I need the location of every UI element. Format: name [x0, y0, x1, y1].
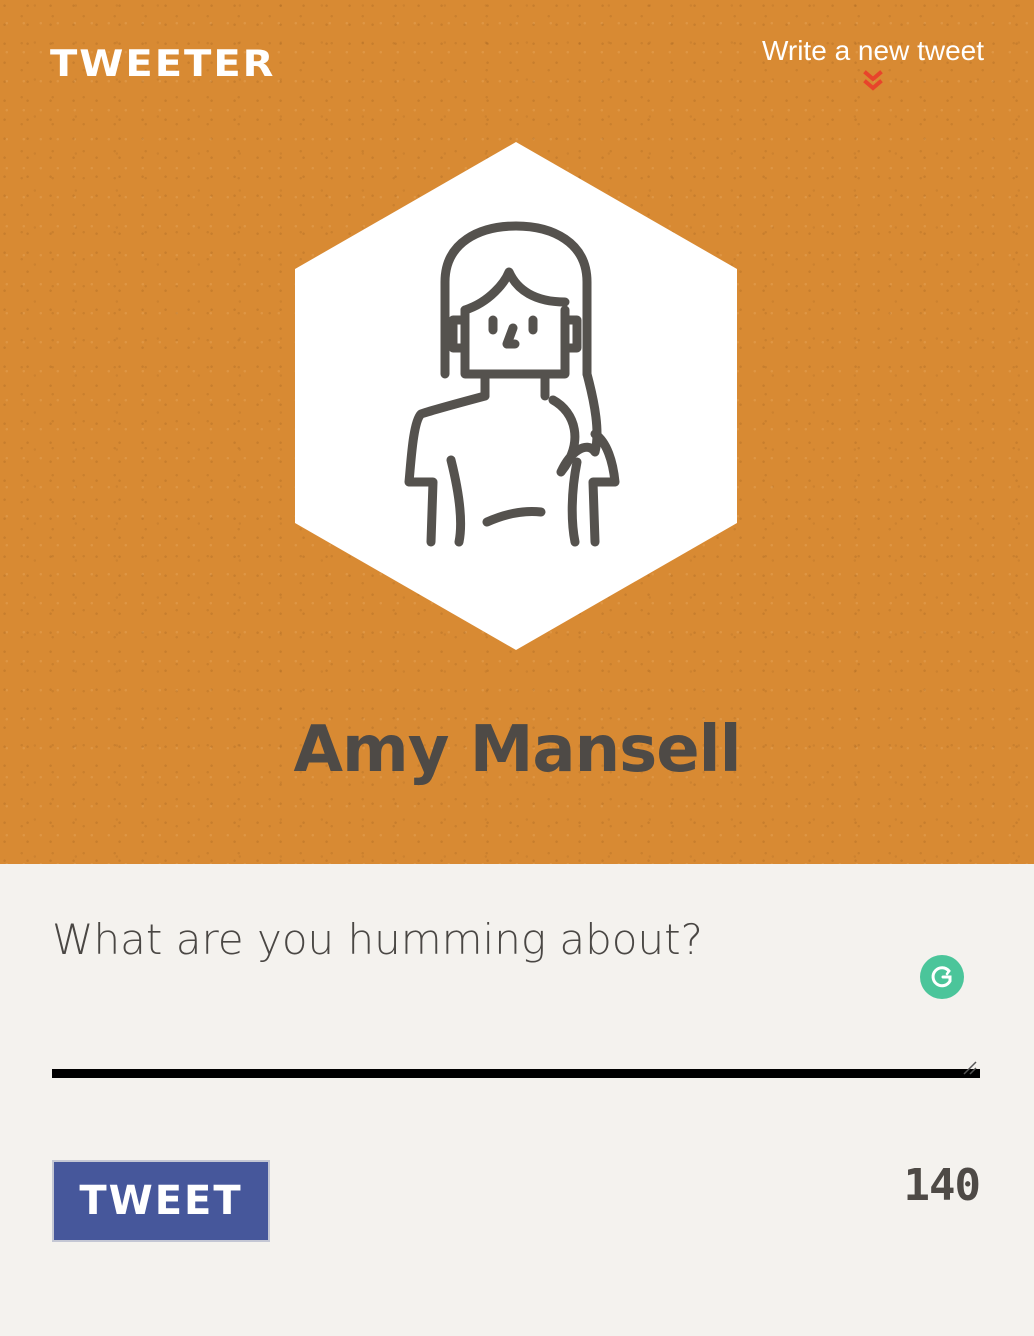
character-counter: 140 — [903, 1160, 981, 1211]
grammarly-g-icon — [931, 966, 952, 988]
avatar — [295, 142, 737, 650]
app-root: TWEETER Write a new tweet Amy Mansell Wh… — [0, 0, 1034, 1336]
write-new-tweet-link[interactable]: Write a new tweet — [762, 34, 984, 94]
double-chevron-down-icon — [863, 70, 883, 91]
profile-header-panel: TWEETER Write a new tweet Amy Mansell — [0, 0, 1034, 864]
app-logo[interactable]: TWEETER — [50, 44, 275, 84]
avatar-hexagon-frame — [295, 142, 737, 650]
grammarly-icon[interactable] — [920, 955, 964, 999]
compose-panel: TWEET 140 — [0, 864, 1034, 1336]
profile-name: Amy Mansell — [293, 713, 741, 787]
tweet-submit-button[interactable]: TWEET — [52, 1160, 270, 1242]
tweet-text-input[interactable] — [52, 910, 980, 1078]
resize-handle-icon[interactable] — [962, 1060, 978, 1076]
write-new-tweet-label: Write a new tweet — [761, 35, 984, 66]
